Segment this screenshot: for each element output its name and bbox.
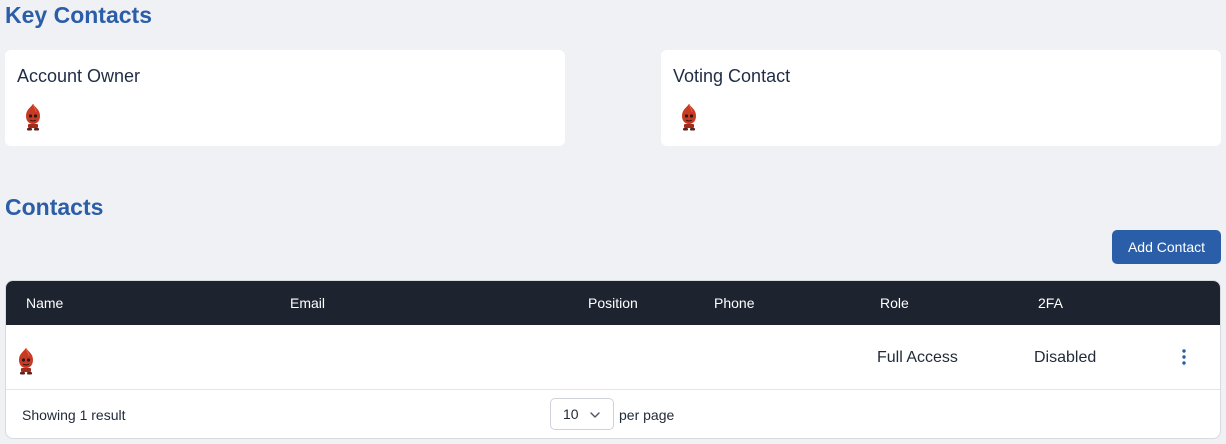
column-header-email[interactable]: Email [290, 295, 325, 311]
voting-contact-label: Voting Contact [673, 66, 791, 86]
table-footer: Showing 1 result 10 per page [6, 390, 1220, 438]
contacts-title: Contacts [5, 194, 104, 220]
chevron-down-icon [590, 412, 600, 418]
kebab-menu-icon[interactable] [1177, 347, 1191, 367]
per-page-select[interactable]: 10 [550, 398, 614, 430]
red-mascot-icon[interactable] [678, 103, 700, 131]
column-header-2fa[interactable]: 2FA [1038, 295, 1063, 311]
per-page-value: 10 [563, 406, 579, 422]
voting-contact-card: Voting Contact [661, 50, 1221, 146]
contacts-table: Name Email Position Phone Role 2FA Full … [5, 280, 1221, 439]
add-contact-button[interactable]: Add Contact [1112, 230, 1221, 264]
key-contacts-title: Key Contacts [5, 2, 152, 28]
account-owner-card: Account Owner [5, 50, 565, 146]
table-row[interactable]: Full Access Disabled [6, 325, 1220, 390]
per-page-label: per page [619, 407, 675, 423]
column-header-role[interactable]: Role [880, 295, 909, 311]
account-owner-label: Account Owner [17, 66, 141, 86]
column-header-phone[interactable]: Phone [714, 295, 754, 311]
red-mascot-icon[interactable] [22, 103, 44, 131]
cell-role: Full Access [877, 349, 958, 366]
result-count: Showing 1 result [22, 407, 126, 423]
red-mascot-icon [15, 347, 37, 375]
cell-2fa: Disabled [1034, 349, 1097, 366]
column-header-position[interactable]: Position [588, 295, 638, 311]
table-header: Name Email Position Phone Role 2FA [6, 281, 1220, 325]
column-header-name[interactable]: Name [26, 295, 63, 311]
